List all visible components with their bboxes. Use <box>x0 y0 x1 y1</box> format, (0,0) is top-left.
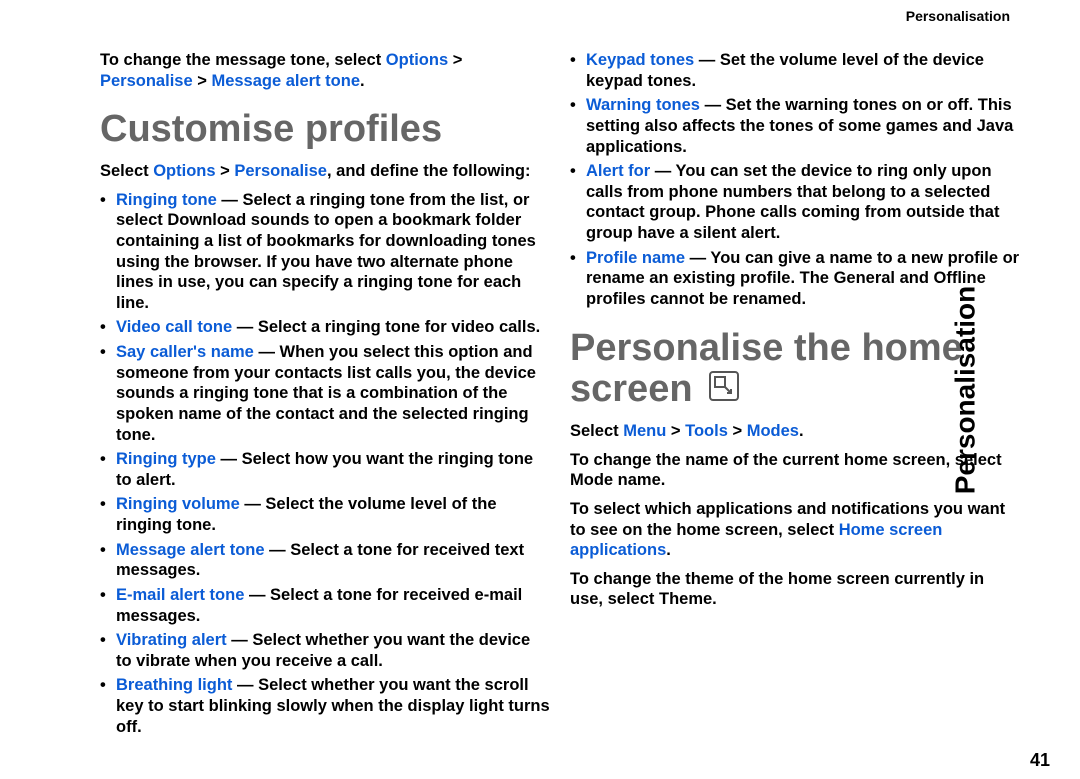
setting-label[interactable]: Vibrating alert <box>116 631 227 649</box>
item-say-callers-name: Say caller's name — When you select this… <box>100 342 550 445</box>
link-options[interactable]: Options <box>153 162 215 180</box>
setting-label[interactable]: Say caller's name <box>116 343 254 361</box>
settings-list-left: Ringing tone — Select a ringing tone fro… <box>100 190 550 672</box>
text: Select a ringing tone for video calls. <box>258 318 540 336</box>
content-columns: To change the message tone, select Optio… <box>100 50 1020 770</box>
setting-label[interactable]: Message alert tone <box>116 541 265 559</box>
bold-text: Download sounds <box>167 211 309 229</box>
item-vibrating-alert: Vibrating alert — Select whether you wan… <box>100 630 550 671</box>
item-message-alert-tone: Message alert tone — Select a tone for r… <box>100 540 550 581</box>
separator: — <box>216 450 242 468</box>
text: To change the message tone, select <box>100 51 386 69</box>
select-line: Select Options > Personalise, and define… <box>100 161 550 182</box>
link-modes[interactable]: Modes <box>747 422 799 440</box>
separator: > <box>666 422 685 440</box>
text: Select <box>100 162 153 180</box>
item-ringing-volume: Ringing volume — Select the volume level… <box>100 494 550 535</box>
p-theme: To change the theme of the home screen c… <box>570 569 1020 610</box>
link-personalise[interactable]: Personalise <box>234 162 327 180</box>
item-profile-name: Profile name — You can give a name to a … <box>570 248 1020 310</box>
link-personalise[interactable]: Personalise <box>100 72 193 90</box>
setting-label[interactable]: Warning tones <box>586 96 700 114</box>
separator: > <box>193 72 212 90</box>
setting-label[interactable]: Profile name <box>586 249 685 267</box>
setting-label[interactable]: Ringing volume <box>116 495 240 513</box>
separator: > <box>216 162 235 180</box>
intro-paragraph: To change the message tone, select Optio… <box>100 50 550 91</box>
setting-label[interactable]: Breathing light <box>116 676 232 694</box>
item-ringing-type: Ringing type — Select how you want the r… <box>100 449 550 490</box>
text: To change the theme of the home screen c… <box>570 570 984 609</box>
text: , and define the following: <box>327 162 531 180</box>
home-screen-icon <box>709 371 739 401</box>
separator: — <box>217 191 243 209</box>
text: . <box>360 72 365 90</box>
item-video-call-tone: Video call tone — Select a ringing tone … <box>100 317 550 338</box>
text: To change the name of the current home s… <box>570 451 1002 469</box>
setting-label[interactable]: Alert for <box>586 162 650 180</box>
separator: — <box>254 343 280 361</box>
side-tab-title: Personalisation <box>950 285 982 494</box>
separator: — <box>232 318 258 336</box>
separator: — <box>232 676 258 694</box>
heading-customise-profiles: Customise profiles <box>100 109 550 151</box>
separator: > <box>728 422 747 440</box>
separator: — <box>685 249 710 267</box>
text: Select <box>570 422 623 440</box>
link-options[interactable]: Options <box>386 51 448 69</box>
heading-text: Personalise the home screen <box>570 327 963 411</box>
bold-text: Mode name <box>570 471 661 489</box>
item-warning-tones: Warning tones — Set the warning tones on… <box>570 95 1020 157</box>
setting-label[interactable]: Keypad tones <box>586 51 694 69</box>
item-breathing-light: Breathing light — Select whether you wan… <box>100 675 550 737</box>
link-message-alert-tone[interactable]: Message alert tone <box>211 72 360 90</box>
link-menu[interactable]: Menu <box>623 422 666 440</box>
separator: — <box>700 96 726 114</box>
item-email-alert-tone: E-mail alert tone — Select a tone for re… <box>100 585 550 626</box>
item-ringing-tone: Ringing tone — Select a ringing tone fro… <box>100 190 550 314</box>
separator: — <box>694 51 720 69</box>
separator: — <box>240 495 266 513</box>
setting-label[interactable]: Video call tone <box>116 318 232 336</box>
separator: > <box>448 51 462 69</box>
header-section-title: Personalisation <box>906 8 1010 24</box>
text: . <box>666 541 671 559</box>
setting-label[interactable]: Ringing tone <box>116 191 217 209</box>
item-alert-for: Alert for — You can set the device to ri… <box>570 161 1020 244</box>
item-keypad-tones: Keypad tones — Set the volume level of t… <box>570 50 1020 91</box>
setting-label[interactable]: E-mail alert tone <box>116 586 244 604</box>
text: . <box>661 471 666 489</box>
bold-text: Theme <box>659 590 712 608</box>
text: . <box>712 590 717 608</box>
text: . <box>799 422 804 440</box>
separator: — <box>265 541 291 559</box>
page-number: 41 <box>1030 750 1050 771</box>
link-tools[interactable]: Tools <box>685 422 728 440</box>
separator: — <box>244 586 270 604</box>
setting-label[interactable]: Ringing type <box>116 450 216 468</box>
separator: — <box>227 631 253 649</box>
separator: — <box>650 162 675 180</box>
p-home-screen-apps: To select which applications and notific… <box>570 499 1020 561</box>
